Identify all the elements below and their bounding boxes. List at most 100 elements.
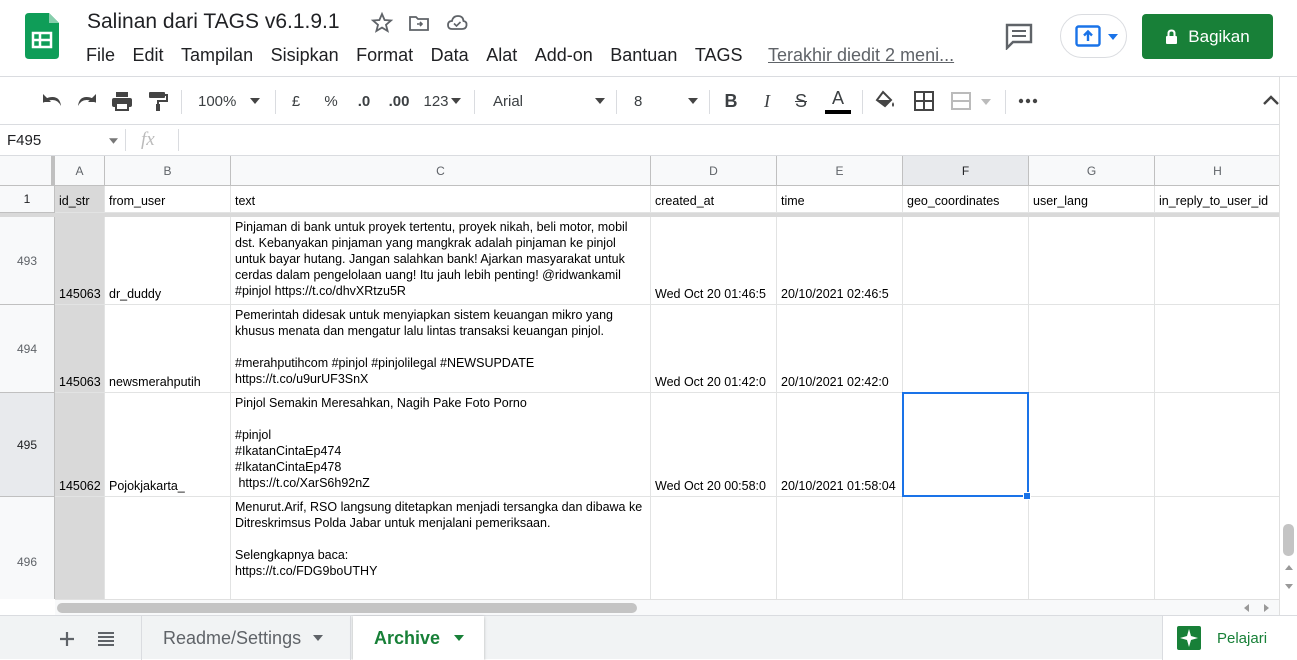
sheet-tab-readme[interactable]: Readme/Settings (141, 616, 351, 660)
menu-data[interactable]: Data (431, 45, 469, 69)
header-cell-time[interactable]: time (777, 186, 903, 213)
header-cell-user-lang[interactable]: user_lang (1029, 186, 1155, 213)
cell-e494[interactable]: 20/10/2021 02:42:0 (777, 305, 903, 393)
cell-a495[interactable]: 145062 (55, 393, 105, 497)
cell-f494[interactable] (903, 305, 1029, 393)
move-folder-icon[interactable] (407, 11, 431, 35)
cell-h495[interactable] (1155, 393, 1279, 497)
menu-edit[interactable]: Edit (133, 45, 164, 69)
header-cell-in-reply-to-user-id[interactable]: in_reply_to_user_id (1155, 186, 1279, 213)
vertical-scrollbar[interactable] (1279, 77, 1297, 615)
cell-d493[interactable]: Wed Oct 20 01:46:5 (651, 217, 777, 305)
cell-a494[interactable]: 145063 (55, 305, 105, 393)
column-header-e[interactable]: E (777, 156, 903, 186)
cell-h493[interactable] (1155, 217, 1279, 305)
paint-format-icon[interactable] (146, 88, 170, 114)
menu-file[interactable]: File (86, 45, 115, 69)
cell-g493[interactable] (1029, 217, 1155, 305)
vertical-scroll-thumb[interactable] (1283, 524, 1294, 556)
cell-e493[interactable]: 20/10/2021 02:46:5 (777, 217, 903, 305)
star-icon[interactable] (370, 11, 394, 35)
fill-handle[interactable] (1023, 492, 1031, 500)
cell-f496[interactable] (903, 497, 1029, 599)
cloud-saved-icon[interactable] (445, 11, 469, 35)
column-header-c[interactable]: C (231, 156, 651, 186)
row-header-496[interactable]: 496 (0, 497, 55, 599)
menu-tools[interactable]: Alat (486, 45, 517, 69)
italic-button[interactable]: I (757, 88, 777, 114)
last-edit-link[interactable]: Terakhir diedit 2 meni... (768, 45, 954, 69)
cell-b496[interactable] (105, 497, 231, 599)
cell-c494[interactable]: Pemerintah didesak untuk menyiapkan sist… (231, 305, 651, 393)
menu-addons[interactable]: Add-on (535, 45, 593, 69)
share-button[interactable]: Bagikan (1142, 14, 1273, 59)
column-header-h[interactable]: H (1155, 156, 1279, 186)
header-cell-created-at[interactable]: created_at (651, 186, 777, 213)
explore-button[interactable]: Pelajari (1162, 616, 1297, 660)
chevron-down-icon[interactable] (313, 635, 324, 641)
document-title[interactable]: Salinan dari TAGS v6.1.9.1 (87, 10, 340, 34)
menu-view[interactable]: Tampilan (181, 45, 253, 69)
menu-insert[interactable]: Sisipkan (271, 45, 339, 69)
cell-g496[interactable] (1029, 497, 1155, 599)
scroll-down-icon[interactable] (1285, 582, 1293, 590)
cell-e496[interactable] (777, 497, 903, 599)
column-header-b[interactable]: B (105, 156, 231, 186)
scroll-right-icon[interactable] (1262, 604, 1270, 612)
more-formats-button[interactable]: 123 (421, 88, 463, 114)
header-cell-text[interactable]: text (231, 186, 651, 213)
column-header-f[interactable]: F (903, 156, 1029, 186)
fill-color-icon[interactable] (874, 88, 898, 114)
horizontal-scroll-thumb[interactable] (57, 603, 637, 613)
cell-c496[interactable]: Menurut.Arif, RSO langsung ditetapkan me… (231, 497, 651, 599)
print-icon[interactable] (110, 88, 134, 114)
column-header-g[interactable]: G (1029, 156, 1155, 186)
zoom-select[interactable]: 100% (198, 88, 266, 114)
row-header-494[interactable]: 494 (0, 305, 55, 393)
cell-c493[interactable]: Pinjaman di bank untuk proyek tertentu, … (231, 217, 651, 305)
sheet-tab-archive[interactable]: Archive (353, 616, 484, 660)
font-size-select[interactable]: 8 (634, 88, 698, 114)
cell-g494[interactable] (1029, 305, 1155, 393)
header-cell-geo-coordinates[interactable]: geo_coordinates (903, 186, 1029, 213)
column-header-a[interactable]: A (55, 156, 105, 186)
chevron-down-icon[interactable] (454, 635, 465, 641)
cell-d495[interactable]: Wed Oct 20 00:58:0 (651, 393, 777, 497)
cell-a493[interactable]: 145063 (55, 217, 105, 305)
row-header-495[interactable]: 495 (0, 393, 55, 497)
cell-b494[interactable]: newsmerahputih (105, 305, 231, 393)
cell-b493[interactable]: dr_duddy (105, 217, 231, 305)
currency-format-button[interactable]: £ (286, 88, 306, 114)
cell-e495[interactable]: 20/10/2021 01:58:04 (777, 393, 903, 497)
header-cell-from-user[interactable]: from_user (105, 186, 231, 213)
cell-f493[interactable] (903, 217, 1029, 305)
redo-icon[interactable] (75, 88, 99, 114)
scroll-up-icon[interactable] (1285, 564, 1293, 572)
add-sheet-icon[interactable] (59, 631, 75, 647)
increase-decimal-button[interactable]: .00 (385, 88, 413, 114)
chevron-down-icon[interactable] (109, 138, 118, 144)
percent-format-button[interactable]: % (321, 88, 341, 114)
cell-f495[interactable] (903, 393, 1029, 497)
cell-d494[interactable]: Wed Oct 20 01:42:0 (651, 305, 777, 393)
strikethrough-button[interactable]: S (791, 88, 811, 114)
cell-d496[interactable] (651, 497, 777, 599)
row-header-493[interactable]: 493 (0, 217, 55, 305)
row-header-1[interactable]: 1 (0, 186, 55, 213)
name-box[interactable]: F495 (7, 132, 41, 149)
font-family-select[interactable]: Arial (493, 88, 605, 114)
menu-format[interactable]: Format (356, 45, 413, 69)
text-color-button[interactable]: A (825, 88, 851, 114)
sheets-logo-icon[interactable] (25, 13, 59, 59)
borders-icon[interactable] (912, 88, 936, 114)
cell-c495[interactable]: Pinjol Semakin Meresahkan, Nagih Pake Fo… (231, 393, 651, 497)
formula-input[interactable] (190, 132, 1270, 150)
present-button[interactable] (1060, 14, 1127, 58)
merge-cells-icon[interactable] (949, 88, 993, 114)
menu-tags[interactable]: TAGS (695, 45, 743, 69)
more-options-icon[interactable] (1016, 88, 1040, 114)
bold-button[interactable]: B (721, 88, 741, 114)
cell-h494[interactable] (1155, 305, 1279, 393)
cell-a496[interactable] (55, 497, 105, 599)
header-cell-id-str[interactable]: id_str (55, 186, 105, 213)
